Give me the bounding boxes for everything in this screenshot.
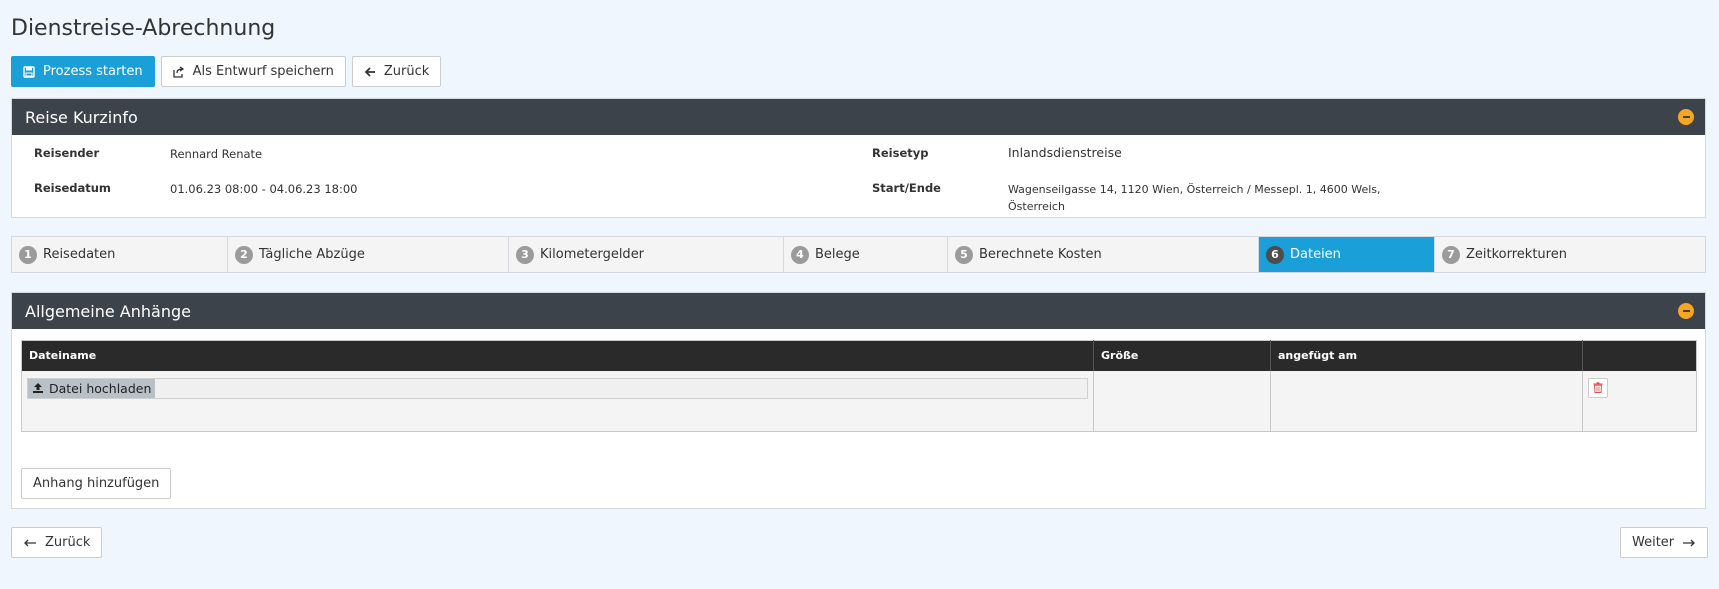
arrow-right-icon: [1683, 539, 1696, 546]
step-dateien[interactable]: 6 Dateien: [1259, 237, 1435, 272]
step-belege[interactable]: 4 Belege: [784, 237, 948, 272]
attachments-table: Dateiname Größe angefügt am Datei hochla…: [21, 340, 1697, 432]
step-number: 5: [955, 245, 973, 264]
trip-summary-header: Reise Kurzinfo: [12, 99, 1705, 135]
start-process-button[interactable]: Prozess starten: [11, 56, 155, 87]
step-label: Reisedaten: [43, 247, 116, 262]
step-label: Belege: [815, 247, 860, 262]
share-icon: [172, 65, 184, 78]
back-button-bottom[interactable]: Zurück: [11, 527, 103, 558]
back-button-top[interactable]: Zurück: [351, 56, 442, 87]
next-button[interactable]: Weiter: [1620, 527, 1709, 558]
column-header-size: Größe: [1093, 340, 1271, 371]
step-number: 4: [791, 245, 809, 264]
step-label: Dateien: [1290, 247, 1341, 262]
collapse-icon[interactable]: [1678, 303, 1694, 319]
back-label-top: Zurück: [383, 64, 430, 79]
step-number: 6: [1266, 245, 1284, 264]
step-label: Berechnete Kosten: [979, 247, 1102, 262]
filename-cell: Datei hochladen: [21, 370, 1094, 432]
save-draft-label: Als Entwurf speichern: [192, 64, 334, 79]
trip-type-label: Reisetyp: [872, 146, 929, 160]
arrow-left-icon: [364, 66, 375, 77]
step-reisedaten[interactable]: 1 Reisedaten: [12, 237, 228, 272]
delete-button[interactable]: [1588, 377, 1608, 398]
step-label: Tägliche Abzüge: [259, 247, 365, 262]
process-steps: 1 Reisedaten 2 Tägliche Abzüge 3 Kilomet…: [11, 236, 1706, 273]
table-header-row: Dateiname Größe angefügt am: [21, 340, 1697, 371]
collapse-icon[interactable]: [1678, 109, 1694, 125]
add-attachment-button[interactable]: Anhang hinzufügen: [21, 468, 172, 499]
step-berechnete-kosten[interactable]: 5 Berechnete Kosten: [948, 237, 1259, 272]
save-icon: [23, 65, 35, 78]
step-label: Zeitkorrekturen: [1466, 247, 1567, 262]
file-upload-field[interactable]: Datei hochladen: [27, 377, 1088, 399]
traveler-value: Rennard Renate: [170, 147, 263, 161]
upload-label: Datei hochladen: [49, 380, 152, 396]
step-number: 1: [19, 245, 37, 264]
column-header-attached-on: angefügt am: [1270, 340, 1583, 371]
step-kilometergelder[interactable]: 3 Kilometergelder: [509, 237, 784, 272]
upload-icon: [33, 383, 43, 393]
travel-date-label: Reisedatum: [34, 181, 111, 195]
add-attachment-label: Anhang hinzufügen: [33, 476, 160, 491]
trip-summary-panel: Reise Kurzinfo Reisender Rennard Renate …: [11, 98, 1706, 218]
column-header-actions: [1582, 340, 1697, 371]
toolbar: Prozess starten Als Entwurf speichern Zu…: [11, 56, 442, 87]
attachments-panel: Allgemeine Anhänge Dateiname Größe angef…: [11, 292, 1706, 509]
trip-summary-title: Reise Kurzinfo: [25, 107, 138, 127]
page-title: Dienstreise-Abrechnung: [11, 16, 276, 41]
trash-icon: [1593, 382, 1603, 393]
step-zeitkorrekturen[interactable]: 7 Zeitkorrekturen: [1435, 237, 1705, 272]
table-row: Datei hochladen: [21, 370, 1697, 432]
attached-on-cell: [1270, 370, 1583, 432]
back-label-bottom: Zurück: [45, 535, 91, 550]
start-end-value: Wagenseilgasse 14, 1120 Wien, Österreich…: [1008, 183, 1381, 213]
step-taegliche-abzuege[interactable]: 2 Tägliche Abzüge: [228, 237, 509, 272]
next-label: Weiter: [1632, 535, 1675, 550]
step-number: 3: [516, 245, 534, 264]
traveler-label: Reisender: [34, 146, 100, 160]
step-label: Kilometergelder: [540, 247, 645, 262]
travel-date-value: 01.06.23 08:00 - 04.06.23 18:00: [170, 182, 358, 196]
save-draft-button[interactable]: Als Entwurf speichern: [160, 56, 346, 87]
upload-button[interactable]: Datei hochladen: [28, 378, 156, 398]
size-cell: [1093, 370, 1271, 432]
trip-type-value: Inlandsdienstreise: [1008, 145, 1122, 160]
start-end-label: Start/Ende: [872, 181, 941, 195]
actions-cell: [1582, 370, 1697, 432]
step-number: 2: [235, 245, 253, 264]
column-header-filename: Dateiname: [21, 340, 1094, 371]
step-number: 7: [1442, 245, 1460, 264]
start-process-label: Prozess starten: [43, 64, 143, 79]
attachments-header: Allgemeine Anhänge: [12, 293, 1705, 329]
arrow-left-icon: [24, 539, 36, 546]
attachments-title: Allgemeine Anhänge: [25, 301, 191, 321]
